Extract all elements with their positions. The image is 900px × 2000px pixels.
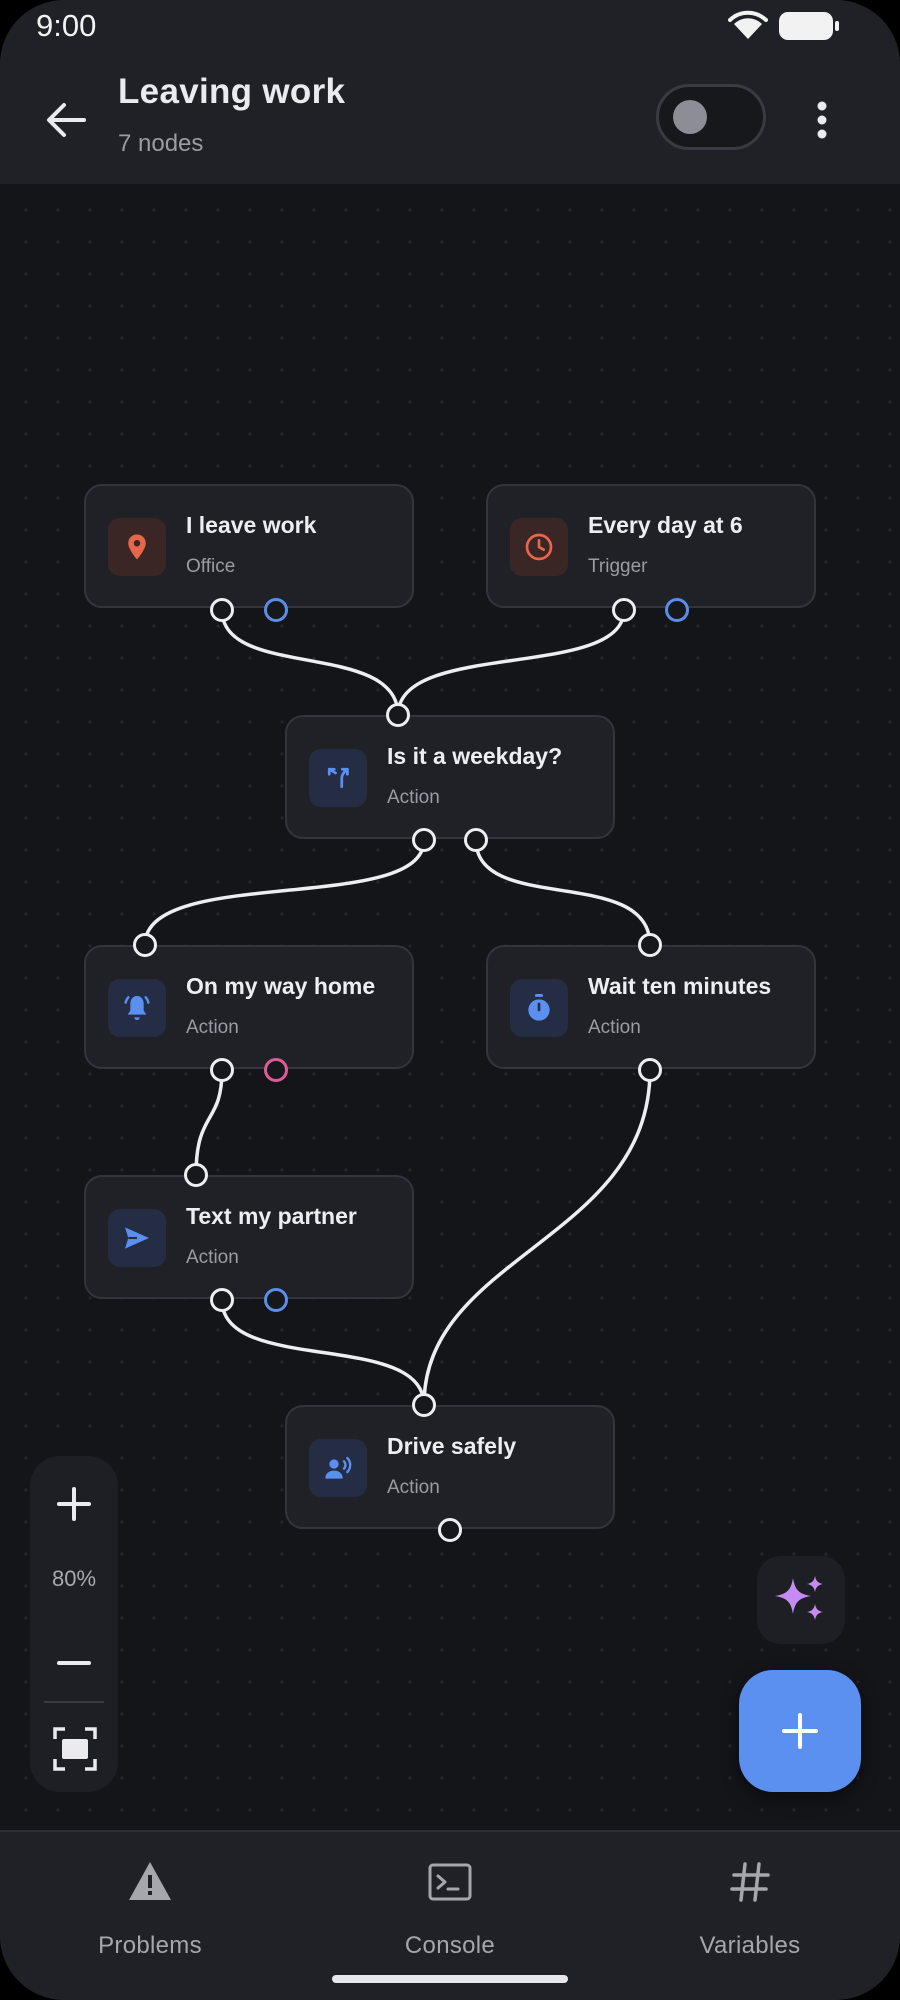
node-subtitle: Action (186, 1017, 239, 1038)
zoom-out-icon[interactable] (48, 1638, 100, 1688)
node-wait[interactable]: Wait ten minutes Action (486, 945, 816, 1069)
plus-icon (782, 1713, 818, 1749)
output-port[interactable] (210, 1058, 234, 1082)
output-port-alt[interactable] (264, 1288, 288, 1312)
more-vert-icon[interactable] (804, 96, 840, 144)
status-bar: 9:00 (0, 0, 900, 52)
toggle-knob (673, 100, 707, 134)
node-icon-box (309, 1439, 367, 1497)
status-time: 9:00 (36, 8, 97, 43)
node-title: Wait ten minutes (588, 973, 772, 999)
nav-problems[interactable]: Problems (0, 1832, 300, 1982)
node-icon-box (108, 979, 166, 1037)
node-title: Drive safely (387, 1433, 517, 1459)
clock-icon (525, 533, 553, 561)
output-port[interactable] (210, 598, 234, 622)
input-port[interactable] (184, 1163, 208, 1187)
node-title: On my way home (186, 973, 376, 999)
input-port[interactable] (638, 933, 662, 957)
nav-variables[interactable]: Variables (600, 1832, 900, 1982)
nav-console[interactable]: Console (300, 1832, 600, 1982)
output-port[interactable] (438, 1518, 462, 1542)
node-icon-box (108, 518, 166, 576)
node-icon-box (108, 1209, 166, 1267)
output-port-alt[interactable] (264, 598, 288, 622)
node-weekday[interactable]: Is it a weekday? Action (285, 715, 615, 839)
node-title: Every day at 6 (588, 512, 743, 538)
sparkle-icon (775, 1576, 823, 1620)
enable-toggle[interactable] (656, 84, 766, 150)
zoom-controls: 80% (30, 1456, 118, 1792)
node-subtitle: Action (387, 1477, 440, 1498)
output-port-error[interactable] (264, 1058, 288, 1082)
node-subtitle: Action (387, 787, 440, 808)
branch-icon (327, 767, 349, 789)
node-icon-box (510, 979, 568, 1037)
output-port[interactable] (612, 598, 636, 622)
nav-label: Variables (699, 1932, 801, 1959)
node-subtitle: Trigger (588, 556, 648, 577)
output-port-alt[interactable] (665, 598, 689, 622)
output-port-true[interactable] (412, 828, 436, 852)
app-bar: Leaving work 7 nodes (0, 52, 900, 184)
battery-icon (779, 12, 839, 40)
zoom-level: 80% (51, 1566, 97, 1591)
ai-assist-button[interactable] (757, 1556, 845, 1644)
node-drive-safely[interactable]: Drive safely Action (285, 1405, 615, 1529)
node-every-day[interactable]: Every day at 6 Trigger (486, 484, 816, 608)
page-title: Leaving work (118, 72, 346, 111)
nav-label: Console (404, 1932, 496, 1959)
back-arrow-icon[interactable] (40, 94, 92, 146)
node-subtitle: Action (588, 1017, 641, 1038)
bell-icon (124, 996, 150, 1020)
input-port[interactable] (412, 1393, 436, 1417)
location-pin-icon (128, 534, 146, 560)
hash-icon (730, 1862, 770, 1902)
node-title: I leave work (186, 512, 317, 538)
voice-person-icon (325, 1456, 352, 1479)
warning-icon (129, 1862, 171, 1900)
node-title: Text my partner (186, 1203, 357, 1229)
node-title: Is it a weekday? (387, 743, 563, 769)
fit-screen-icon[interactable] (50, 1724, 100, 1774)
input-port[interactable] (133, 933, 157, 957)
phone-screen: 9:00 Leaving work 7 nodes I leave work O… (0, 0, 900, 2000)
input-port[interactable] (386, 703, 410, 727)
node-way-home[interactable]: On my way home Action (84, 945, 414, 1069)
zoom-in-icon[interactable] (48, 1478, 100, 1530)
send-icon (125, 1227, 149, 1249)
nav-label: Problems (98, 1932, 202, 1959)
node-icon-box (309, 749, 367, 807)
stopwatch-icon (528, 994, 550, 1021)
node-leave-work[interactable]: I leave work Office (84, 484, 414, 608)
home-indicator[interactable] (332, 1975, 568, 1983)
node-text-partner[interactable]: Text my partner Action (84, 1175, 414, 1299)
node-count: 7 nodes (118, 130, 204, 157)
node-subtitle: Action (186, 1247, 239, 1268)
output-port[interactable] (210, 1288, 234, 1312)
output-port[interactable] (638, 1058, 662, 1082)
output-port-false[interactable] (464, 828, 488, 852)
wifi-icon (728, 10, 768, 39)
divider (44, 1701, 104, 1703)
node-icon-box (510, 518, 568, 576)
node-subtitle: Office (186, 556, 236, 577)
add-node-button[interactable] (739, 1670, 861, 1792)
terminal-icon (428, 1863, 472, 1901)
